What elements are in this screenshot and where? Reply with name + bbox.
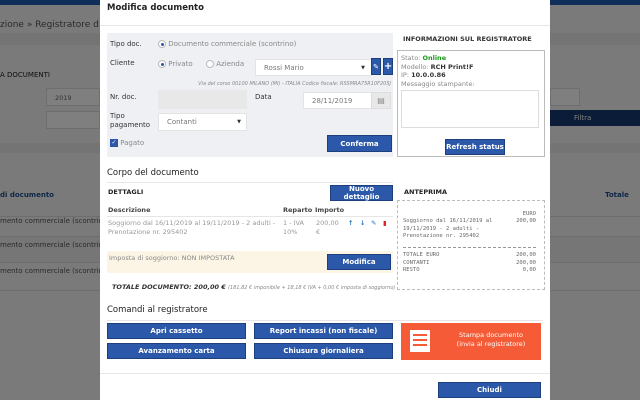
receipt-item-amount: 200,00: [516, 218, 536, 224]
chevron-down-icon: ▼: [237, 119, 241, 125]
apri-cassetto-button[interactable]: Apri cassetto: [107, 323, 246, 339]
arrow-up-icon[interactable]: ↑: [348, 219, 353, 228]
tipo-doc-option: Documento commerciale (scontrino): [168, 40, 297, 48]
plus-icon: +: [383, 61, 393, 72]
receipt-currency: EURO: [522, 211, 536, 217]
receipt-contanti-value: 200,00: [516, 259, 536, 266]
stato-label: Stato:: [401, 54, 421, 62]
divider: [107, 182, 393, 183]
imposta-soggiorno-panel: Imposta di soggiorno: NON IMPOSTATA Modi…: [107, 251, 393, 273]
messaggio-label: Messaggio stampante:: [401, 79, 475, 88]
modello-label: Modello:: [401, 62, 429, 71]
stampa-documento-button[interactable]: Stampa documento (invia al registratore): [401, 323, 541, 360]
stato-value: Online: [422, 54, 447, 62]
chevron-down-icon: ▼: [361, 64, 365, 71]
comandi-title: Comandi al registratore: [107, 305, 208, 315]
data-label: Data: [255, 93, 272, 101]
anteprima-title: ANTEPRIMA: [404, 188, 448, 196]
tipo-pagamento-label: Tipo pagamento: [110, 112, 151, 129]
totale-label: TOTALE DOCUMENTO: 200,00 €: [112, 283, 226, 291]
stampa-line1: Stampa documento: [459, 331, 523, 339]
cliente-label: Cliente: [110, 59, 135, 67]
conferma-button[interactable]: Conferma: [327, 135, 392, 152]
divider: [100, 373, 550, 374]
pagato-checkbox[interactable]: ✓ Pagato: [110, 139, 144, 147]
receipt-item-desc: Soggiorno dal 16/11/2019 al 19/11/2019 -…: [403, 218, 492, 241]
row-reparto: 1 - IVA 10%: [283, 219, 305, 236]
row-importo: 200,00 €: [316, 219, 339, 236]
ip-value: 10.0.0.86: [411, 71, 446, 79]
privato-radio[interactable]: Privato: [158, 60, 193, 68]
cliente-value: Rossi Mario: [264, 63, 304, 72]
edit-cliente-button[interactable]: ✎: [371, 58, 381, 75]
azienda-radio[interactable]: Azienda: [206, 60, 244, 68]
modal-title: Modifica documento: [107, 3, 204, 13]
receipt-total-value: 200,00: [516, 252, 536, 258]
totale-documento: TOTALE DOCUMENTO: 200,00 € (181,82 € imp…: [112, 283, 395, 291]
radio-icon: [158, 40, 166, 48]
dettagli-title: DETTAGLI: [108, 188, 144, 196]
receipt-line: Soggiorno dal 16/11/2019 al: [403, 218, 493, 224]
receipt-totals: TOTALE EURO 200,00 CONTANTI 200,00 RESTO 0,…: [403, 252, 536, 275]
azienda-label: Azienda: [216, 60, 245, 68]
receipt-resto-label: RESTO: [403, 267, 420, 273]
receipt-total-label: TOTALE EURO: [403, 252, 440, 258]
data-input[interactable]: 28/11/2019: [303, 92, 374, 109]
divider: [107, 216, 393, 217]
avanzamento-carta-button[interactable]: Avanzamento carta: [107, 343, 246, 359]
checkbox-checked-icon: ✓: [110, 139, 118, 147]
table-row[interactable]: Soggiorno dal 16/11/2019 al 19/11/2019 -…: [107, 218, 393, 242]
modello-value: RCH Print!F: [430, 62, 474, 71]
document-form: Tipo doc. Documento commerciale (scontri…: [107, 33, 393, 157]
row-descrizione: Soggiorno dal 16/11/2019 al 19/11/2019 -…: [108, 219, 276, 236]
refresh-status-button[interactable]: Refresh status: [445, 139, 505, 155]
report-incassi-button[interactable]: Report incassi (non fiscale): [254, 323, 393, 339]
radio-icon: [158, 60, 166, 68]
ip-label: IP:: [401, 71, 410, 79]
nuovo-dettaglio-button[interactable]: Nuovo dettaglio: [330, 185, 393, 201]
receipt-icon: [410, 330, 430, 352]
receipt-divider: [403, 247, 536, 248]
receipt-resto-value: 0,00: [522, 267, 536, 273]
corpo-title: Corpo del documento: [107, 168, 199, 178]
privato-label: Privato: [168, 60, 193, 68]
pencil-icon[interactable]: ✎: [371, 219, 376, 228]
registratore-title: INFORMAZIONI SUL REGISTRATORE: [403, 35, 532, 43]
receipt-preview: EURO Soggiorno dal 16/11/2019 al 19/11/2…: [397, 200, 545, 290]
header-importo: Importo: [315, 206, 345, 214]
header-descrizione: Descrizione: [108, 206, 151, 214]
pencil-icon: ✎: [373, 62, 379, 71]
modifica-button[interactable]: Modifica: [327, 254, 391, 270]
divider: [100, 25, 550, 26]
calendar-icon[interactable]: ▤: [371, 92, 391, 109]
tipo-pagamento-value: Contanti: [167, 118, 197, 126]
cliente-address: Via del corso 00100 MILANO (MI) - ITALIA…: [198, 81, 391, 87]
divider: [107, 320, 543, 321]
receipt-line: Prenotazione nr. 295402: [403, 233, 480, 239]
stampa-line2: (invia al registratore): [456, 340, 526, 348]
tipo-pagamento-select[interactable]: Contanti ▼: [158, 113, 247, 131]
nr-doc-label: Nr. doc.: [110, 93, 137, 101]
pagato-label: Pagato: [120, 139, 145, 147]
receipt-contanti-label: CONTANTI: [403, 259, 430, 266]
cliente-select[interactable]: Rossi Mario ▼: [255, 59, 372, 76]
totale-detail: (181,82 € imponibile + 18,18 € IVA + 0,0…: [228, 285, 396, 291]
tipo-doc-radio[interactable]: Documento commerciale (scontrino): [158, 40, 296, 48]
nr-doc-input[interactable]: [158, 90, 247, 109]
imposta-text: Imposta di soggiorno: NON IMPOSTATA: [109, 254, 235, 262]
add-cliente-button[interactable]: +: [383, 58, 393, 75]
receipt-line: 19/11/2019 - 2 adulti -: [403, 225, 480, 232]
chiusura-giornaliera-button[interactable]: Chiusura giornaliera: [254, 343, 393, 359]
radio-icon: [206, 60, 214, 68]
messaggio-textarea[interactable]: [401, 90, 539, 128]
registratore-info-box: Stato: Online Modello: RCH Print!F IP: 1…: [397, 50, 545, 157]
header-reparto: Reparto: [283, 206, 313, 214]
arrow-down-icon[interactable]: ↓: [360, 219, 365, 228]
modal-dialog: Modifica documento Tipo doc. Documento c…: [100, 0, 550, 400]
tipo-doc-label: Tipo doc.: [110, 40, 142, 48]
trash-icon[interactable]: ▮: [383, 219, 387, 228]
chiudi-button[interactable]: Chiudi: [438, 382, 541, 398]
